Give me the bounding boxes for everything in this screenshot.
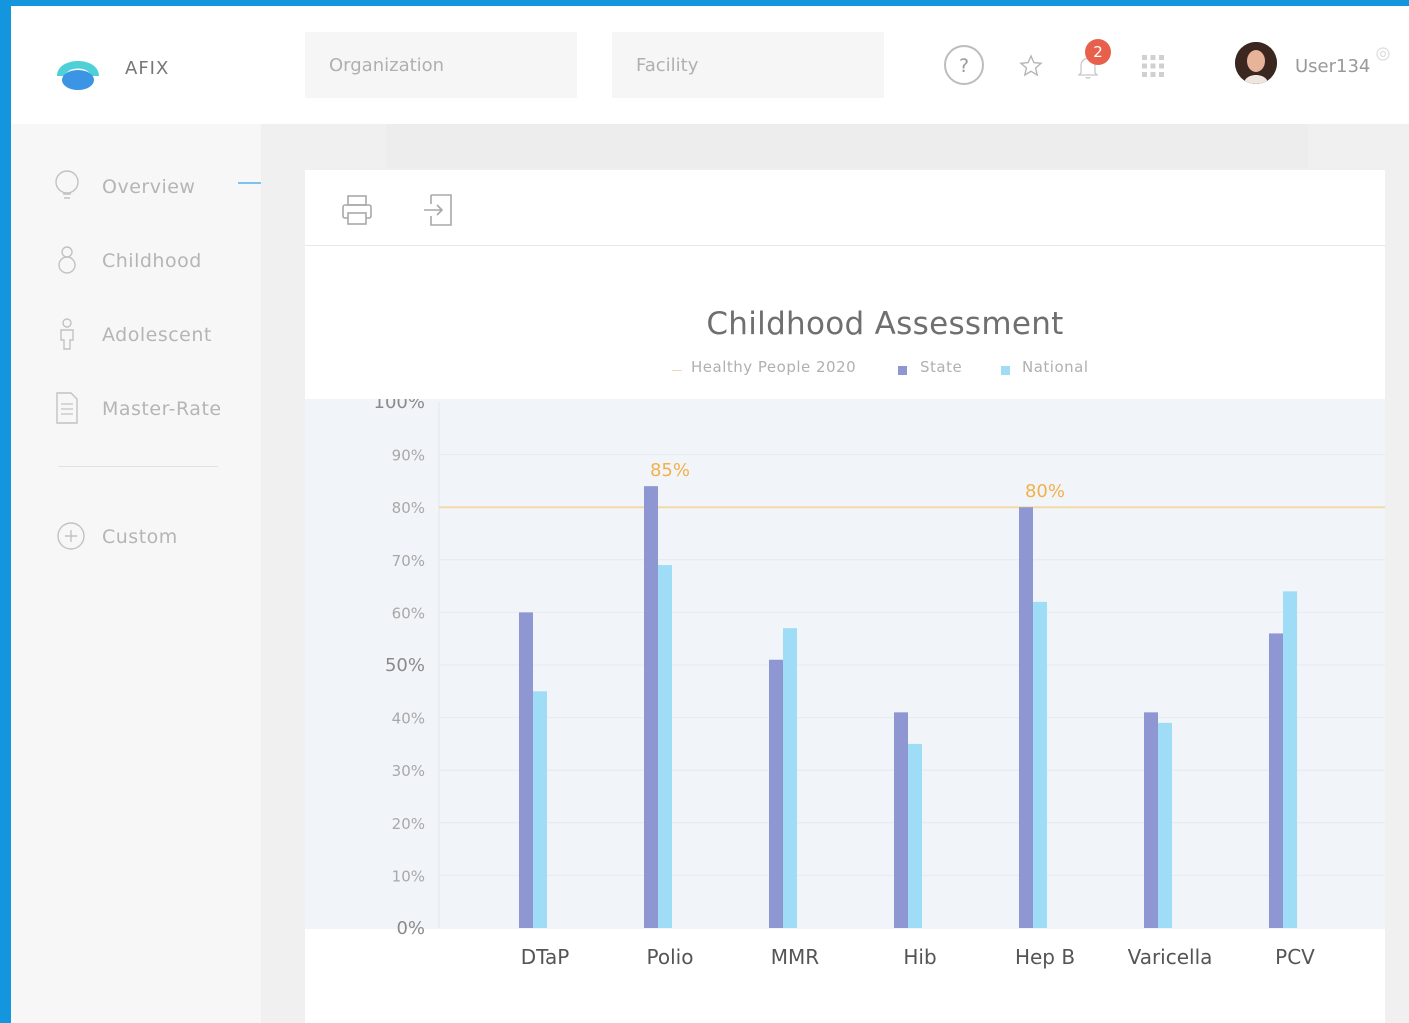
- print-icon[interactable]: [339, 192, 375, 228]
- settings-icon[interactable]: [1375, 46, 1391, 62]
- y-tick-label: 40%: [392, 710, 425, 728]
- chart-legend: Healthy People 2020 State National: [305, 358, 1409, 382]
- bar-national-polio: [658, 565, 672, 928]
- x-tick-label: Polio: [647, 945, 694, 969]
- sidebar-divider: [58, 466, 218, 467]
- sidebar-item-adolescent[interactable]: Adolescent: [11, 308, 261, 358]
- sidebar-item-custom[interactable]: Custom: [11, 510, 261, 560]
- sidebar-item-master-rate[interactable]: Master-Rate: [11, 382, 261, 432]
- bar-national-dtap: [533, 691, 547, 928]
- y-tick-label: 80%: [392, 499, 425, 517]
- baby-icon: [58, 246, 76, 274]
- bar-state-polio: [644, 486, 658, 928]
- export-icon[interactable]: [421, 192, 457, 228]
- sidebar-item-overview[interactable]: Overview: [11, 160, 261, 210]
- sidebar: Overview Childhood Adolescent Master-Rat…: [11, 124, 261, 1023]
- sidebar-item-childhood[interactable]: Childhood: [11, 234, 261, 284]
- sidebar-item-label: Master-Rate: [102, 398, 222, 420]
- legend-swatch-national: [1001, 366, 1010, 375]
- sidebar-item-label: Adolescent: [102, 324, 212, 346]
- help-icon[interactable]: ?: [943, 44, 985, 86]
- active-indicator: [238, 182, 261, 184]
- legend-swatch-state: [898, 366, 907, 375]
- y-tick-label: 10%: [392, 867, 425, 885]
- y-tick-label: 90%: [392, 447, 425, 465]
- x-tick-label: DTaP: [521, 945, 570, 969]
- sidebar-item-label: Custom: [102, 526, 178, 548]
- x-tick-label: Varicella: [1128, 945, 1213, 969]
- bar-state-hib: [894, 712, 908, 928]
- y-tick-label: 0%: [396, 918, 425, 939]
- person-icon: [60, 318, 74, 350]
- x-tick-label: PCV: [1275, 945, 1315, 969]
- legend-swatch-healthy-people: [672, 370, 682, 371]
- afix-logo: [57, 61, 99, 90]
- username[interactable]: User134: [1295, 56, 1370, 77]
- top-strip: [386, 124, 1308, 168]
- facility-input[interactable]: [612, 32, 884, 98]
- bar-national-mmr: [783, 628, 797, 928]
- chart-card: Childhood Assessment Healthy People 2020…: [305, 170, 1385, 1023]
- plot-background: [305, 399, 1385, 929]
- add-circle-icon: [57, 522, 85, 550]
- bar-chart-plot: 0% 10% 20% 30% 40% 50% 60% 70% 80% 90% 100% 85% 80% D…: [305, 399, 1385, 969]
- bar-national-varicella: [1158, 722, 1172, 928]
- legend-label-healthy-people: Healthy People 2020: [691, 358, 857, 376]
- svg-text:?: ?: [959, 55, 969, 77]
- y-tick-label: 30%: [392, 762, 425, 780]
- x-tick-label: Hep B: [1015, 945, 1075, 969]
- legend-label-national: National: [1022, 358, 1089, 376]
- user-photo-icon: [1235, 42, 1277, 84]
- app-window: AFIX ? 2 User1: [11, 6, 1409, 1023]
- sidebar-item-label: Overview: [102, 176, 196, 198]
- y-tick-label: 100%: [374, 399, 425, 413]
- notification-badge: 2: [1085, 39, 1111, 65]
- chart-title: Childhood Assessment: [706, 306, 1064, 342]
- y-tick-label: 70%: [392, 552, 425, 570]
- y-tick-label: 60%: [392, 604, 425, 622]
- user-avatar[interactable]: [1235, 42, 1277, 84]
- header: AFIX ? 2 User1: [11, 6, 1409, 124]
- sidebar-item-label: Childhood: [102, 250, 202, 272]
- bar-state-varicella: [1144, 712, 1158, 928]
- data-annotation: 85%: [650, 460, 690, 481]
- legend-label-state: State: [920, 358, 963, 376]
- bar-state-pcv: [1269, 633, 1283, 928]
- bar-state-mmr: [769, 659, 783, 928]
- bar-state-dtap: [519, 612, 533, 928]
- organization-input[interactable]: [305, 32, 577, 98]
- data-annotation: 80%: [1025, 481, 1065, 502]
- lightbulb-icon: [55, 170, 79, 199]
- card-toolbar: [305, 170, 1385, 246]
- y-tick-label: 50%: [385, 655, 425, 676]
- star-icon[interactable]: [1019, 54, 1043, 78]
- brand-name: AFIX: [125, 58, 170, 79]
- bar-state-hep-b: [1019, 507, 1033, 928]
- y-tick-label: 20%: [392, 815, 425, 833]
- bar-national-pcv: [1283, 591, 1297, 928]
- bar-national-hep-b: [1033, 601, 1047, 928]
- x-tick-label: Hib: [903, 945, 936, 969]
- document-icon: [56, 392, 78, 424]
- apps-grid-icon[interactable]: [1141, 54, 1165, 78]
- bar-national-hib: [908, 743, 922, 928]
- x-tick-label: MMR: [771, 945, 820, 969]
